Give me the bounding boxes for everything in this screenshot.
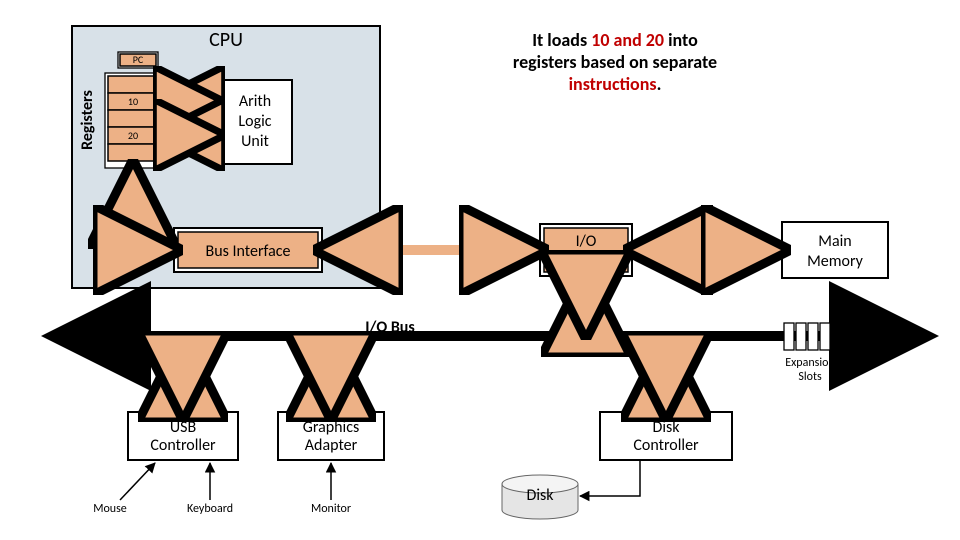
disk-arrow bbox=[580, 460, 640, 496]
gfx-l2: Adapter bbox=[305, 436, 358, 455]
alu-l1: Arith bbox=[239, 92, 271, 111]
disk-label: Disk bbox=[526, 486, 554, 505]
mouse-arrow bbox=[120, 463, 155, 500]
caption-line2: registers based on separate bbox=[513, 51, 717, 73]
usb-l1: USB bbox=[170, 418, 197, 437]
caption-line1: It loads 10 and 20 into bbox=[532, 29, 698, 51]
cpu-title: CPU bbox=[209, 28, 243, 52]
usb-l2: Controller bbox=[150, 436, 216, 455]
diskc-l1: Disk bbox=[652, 418, 680, 437]
reg-val-1: 10 bbox=[128, 95, 138, 108]
bus-interface-label: Bus Interface bbox=[206, 242, 291, 261]
gfx-l1: Graphics bbox=[303, 418, 360, 437]
expansion-l1: Expansion bbox=[785, 356, 835, 370]
main-memory-l2: Memory bbox=[807, 252, 864, 271]
registers-label: Registers bbox=[78, 90, 97, 150]
expansion-l2: Slots bbox=[798, 370, 822, 384]
keyboard-label: Keyboard bbox=[187, 502, 233, 516]
io-bus-label: I/O Bus bbox=[365, 318, 415, 337]
monitor-label: Monitor bbox=[311, 502, 351, 516]
reg-val-2: 20 bbox=[128, 129, 138, 142]
main-memory-l1: Main bbox=[818, 232, 851, 251]
diskc-l2: Controller bbox=[633, 436, 699, 455]
alu-l3: Unit bbox=[241, 132, 269, 151]
pc-label: PC bbox=[133, 53, 144, 66]
alu-l2: Logic bbox=[238, 112, 271, 131]
caption-line3: instructions. bbox=[569, 73, 662, 95]
io-bridge-l2: Bridge bbox=[565, 252, 607, 271]
mouse-label: Mouse bbox=[93, 502, 127, 516]
io-bridge-l1: I/O bbox=[576, 232, 597, 251]
